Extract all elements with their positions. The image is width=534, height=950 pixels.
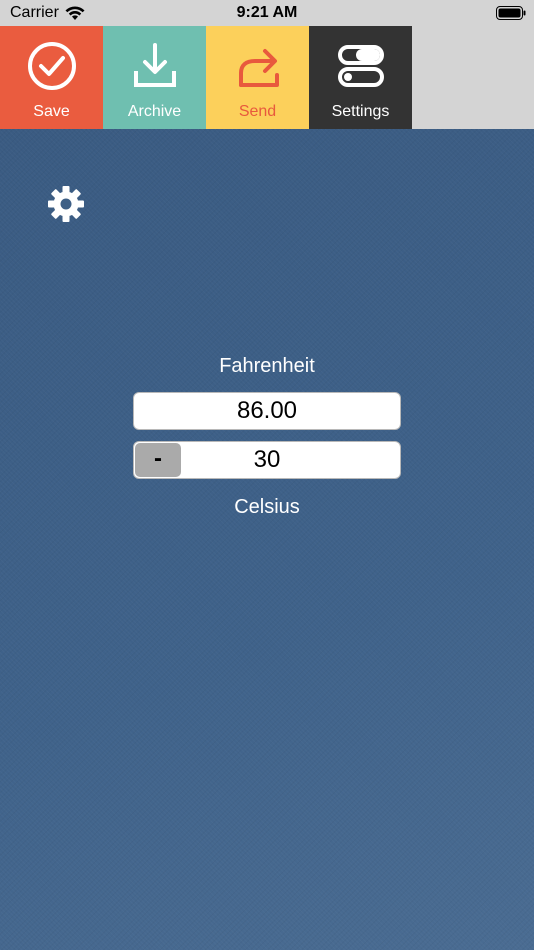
sign-toggle-button[interactable]: - — [135, 443, 181, 477]
celsius-field[interactable]: - 30 — [133, 441, 401, 479]
celsius-label: Celsius — [234, 496, 300, 518]
share-arrow-icon — [238, 49, 279, 87]
send-button[interactable]: Send — [206, 26, 309, 129]
status-bar: Carrier 9:21 AM — [0, 0, 534, 26]
save-label: Save — [33, 103, 70, 120]
battery-icon — [496, 6, 526, 20]
check-circle-icon — [27, 42, 76, 90]
main-panel: Fahrenheit 86.00 - 30 Celsius — [0, 129, 534, 950]
send-label: Send — [238, 103, 277, 120]
fahrenheit-label: Fahrenheit — [219, 355, 315, 377]
archive-label: Archive — [127, 103, 182, 120]
status-time: 9:21 AM — [236, 4, 298, 21]
settings-label: Settings — [331, 103, 390, 120]
toggles-icon — [337, 45, 384, 87]
gear-icon[interactable] — [47, 185, 85, 223]
fahrenheit-input[interactable]: 86.00 — [134, 393, 400, 429]
fahrenheit-field[interactable]: 86.00 — [133, 392, 401, 430]
settings-button[interactable]: Settings — [309, 26, 412, 129]
archive-button[interactable]: Archive — [103, 26, 206, 129]
save-button[interactable]: Save — [0, 26, 103, 129]
toolbar: Save Archive Send Settings — [0, 26, 534, 129]
download-icon — [133, 43, 176, 87]
